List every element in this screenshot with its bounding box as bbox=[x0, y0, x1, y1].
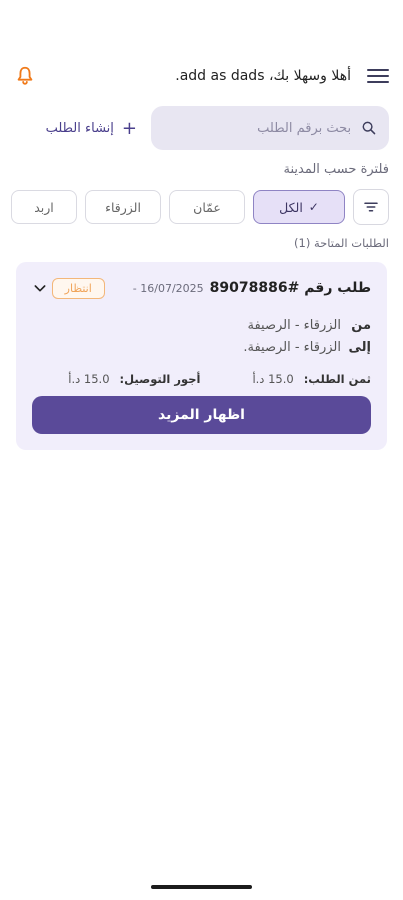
home-indicator bbox=[151, 885, 252, 889]
chip-zarqa[interactable]: الزرقاء bbox=[85, 190, 161, 224]
order-card[interactable]: طلب رقم #89078886 16/07/2025 - انتظار من… bbox=[16, 262, 387, 450]
chip-label: عمّان bbox=[193, 199, 221, 215]
order-route: من الزرقاء - الرصيفة إلى الزرقاء - الرصي… bbox=[32, 314, 371, 358]
check-icon: ✓ bbox=[308, 200, 319, 214]
chip-irbid[interactable]: اربد bbox=[11, 190, 77, 224]
chevron-down-icon[interactable] bbox=[32, 280, 48, 296]
order-price: ثمن الطلب: 15.0 د.أ bbox=[252, 372, 371, 386]
status-badge: انتظار bbox=[51, 277, 105, 299]
order-title: طلب رقم #89078886 bbox=[209, 280, 371, 296]
from-value: الزرقاء - الرصيفة bbox=[247, 317, 341, 333]
app-header: أهلا وسهلا بك، add as dads. bbox=[14, 62, 389, 90]
chip-label: اربد bbox=[34, 199, 54, 215]
chip-label: الكل bbox=[279, 199, 303, 215]
delivery-fee: أجور التوصيل: 15.0 د.أ bbox=[68, 372, 200, 386]
to-value: الزرقاء - الرصيفة. bbox=[243, 339, 341, 355]
chip-label: الزرقاء bbox=[105, 199, 141, 215]
filter-title: فلترة حسب المدينة bbox=[283, 162, 389, 177]
order-date: 16/07/2025 - bbox=[132, 281, 204, 295]
order-card-header: طلب رقم #89078886 16/07/2025 - انتظار bbox=[32, 276, 371, 300]
greeting-text: أهلا وسهلا بك، add as dads. bbox=[175, 68, 351, 84]
chip-all[interactable]: ✓ الكل bbox=[253, 190, 345, 224]
chip-amman[interactable]: عمّان bbox=[169, 190, 245, 224]
order-prices: ثمن الطلب: 15.0 د.أ أجور التوصيل: 15.0 د… bbox=[32, 372, 371, 386]
search-input[interactable] bbox=[163, 120, 352, 136]
from-label: من bbox=[351, 317, 371, 333]
search-row: + إنشاء الطلب bbox=[14, 106, 389, 150]
plus-icon: + bbox=[121, 117, 137, 139]
price-label: ثمن الطلب: bbox=[303, 372, 371, 386]
city-filter-chips: ✓ الكل عمّان الزرقاء اربد bbox=[6, 188, 389, 226]
available-orders-label: الطلبات المتاحة (1) bbox=[294, 236, 389, 250]
fee-label: أجور التوصيل: bbox=[119, 372, 201, 386]
price-value: 15.0 د.أ bbox=[252, 372, 294, 386]
route-from: من الزرقاء - الرصيفة bbox=[32, 314, 371, 336]
filter-button[interactable] bbox=[353, 189, 389, 225]
route-to: إلى الزرقاء - الرصيفة. bbox=[32, 336, 371, 358]
search-icon bbox=[362, 121, 376, 135]
menu-icon[interactable] bbox=[367, 65, 389, 87]
create-order-label: إنشاء الطلب bbox=[45, 120, 114, 136]
search-box[interactable] bbox=[151, 106, 389, 150]
fee-value: 15.0 د.أ bbox=[68, 372, 110, 386]
show-more-button[interactable]: اظهار المزيد bbox=[32, 396, 371, 434]
filter-icon bbox=[364, 202, 378, 212]
to-label: إلى bbox=[348, 339, 372, 355]
create-order-button[interactable]: + إنشاء الطلب bbox=[46, 118, 137, 139]
bell-icon[interactable] bbox=[14, 65, 36, 87]
